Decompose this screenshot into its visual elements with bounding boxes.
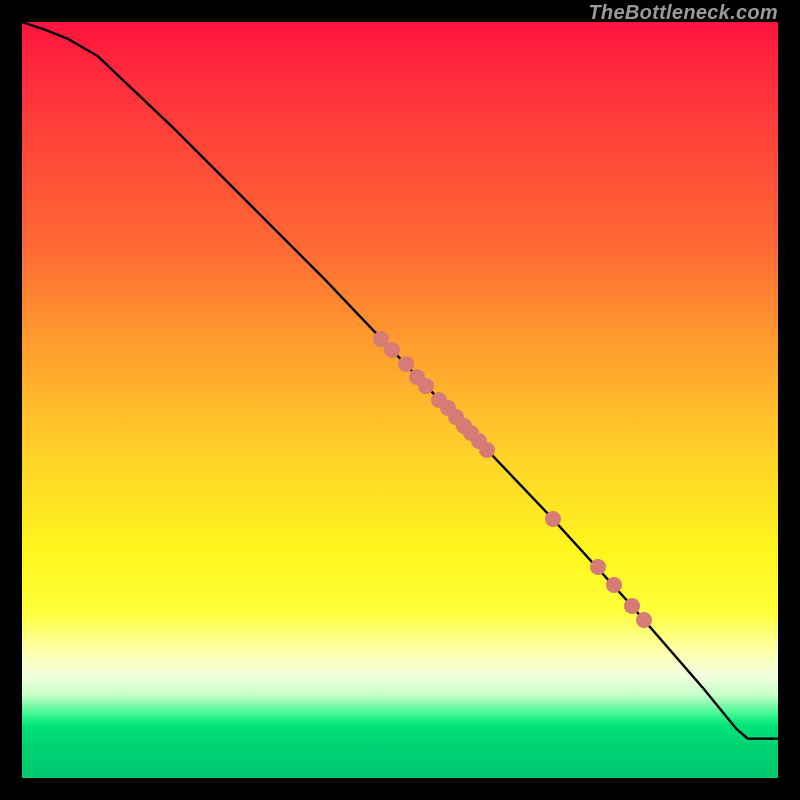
data-point bbox=[479, 442, 495, 458]
data-point bbox=[636, 612, 652, 628]
chart-plot-area bbox=[22, 22, 778, 778]
data-point bbox=[590, 559, 606, 575]
data-point bbox=[545, 511, 561, 527]
data-point bbox=[418, 378, 434, 394]
data-point bbox=[624, 598, 640, 614]
chart-frame: TheBottleneck.com bbox=[22, 22, 778, 778]
data-point bbox=[606, 577, 622, 593]
curve-layer bbox=[22, 22, 778, 778]
data-point bbox=[384, 342, 400, 358]
